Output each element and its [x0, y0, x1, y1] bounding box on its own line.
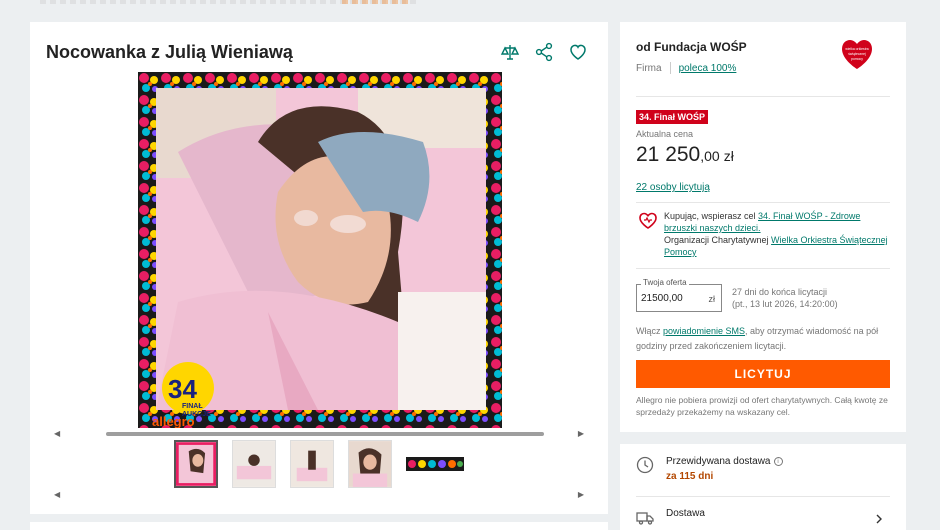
title-actions	[500, 42, 588, 62]
scroll-left-icon[interactable]: ◀	[54, 430, 60, 438]
deadline-date: (pt., 13 lut 2026, 14:20:00)	[732, 299, 838, 309]
bid-field-legend: Twoja oferta	[641, 278, 689, 287]
bidders-link[interactable]: 22 osoby licytują	[636, 182, 710, 193]
svg-text:świątecznej: świątecznej	[848, 52, 866, 56]
truck-icon	[636, 508, 654, 526]
meta-divider	[669, 62, 671, 74]
scroll-right-icon[interactable]: ▶	[578, 430, 584, 438]
campaign-badge: 34. Finał WOŚP	[636, 110, 709, 124]
image-badge-number: 34	[168, 374, 197, 404]
delivery-estimate-title: Przewidywana dostawa	[666, 456, 771, 467]
page-title: Nocowanka z Julią Wieniawą	[46, 42, 293, 62]
top-strip	[0, 0, 940, 6]
price-cents: ,00	[700, 148, 720, 164]
divider	[636, 96, 890, 97]
bid-currency: zł	[708, 294, 716, 304]
shipping-card: Przewidywana dostawa i za 115 dni Dostawa	[620, 444, 906, 530]
compare-icon[interactable]	[500, 42, 520, 62]
charity-info: Kupując, wspierasz cel 34. Finał WOŚP - …	[636, 210, 890, 258]
bid-amount-input[interactable]	[641, 293, 697, 304]
deadline-days: 27 dni do końca licytacji	[732, 287, 828, 297]
charity-heart-icon	[639, 212, 657, 229]
thumbnail-5[interactable]	[406, 457, 464, 471]
divider	[636, 268, 890, 269]
svg-text:pomocy: pomocy	[851, 57, 863, 61]
current-price: 21 250,00 zł	[636, 143, 734, 167]
delivery-label: Dostawa	[666, 508, 705, 519]
thumbnail-scrollbar[interactable]: ◀ ▶	[46, 490, 592, 499]
gallery-card: Nocowanka z Julią Wieniawą 34 FINAŁ AUKC…	[30, 22, 608, 514]
delivery-estimate: Przewidywana dostawa i za 115 dni	[636, 456, 783, 482]
next-section-card	[30, 522, 608, 530]
purchase-card: od Fundacja WOŚP Firma poleca 100% wielk…	[620, 22, 906, 432]
bid-field[interactable]: Twoja oferta zł	[636, 278, 722, 312]
svg-text:wielka orkiestra: wielka orkiestra	[845, 47, 868, 51]
heart-icon[interactable]	[568, 42, 588, 62]
charity-text-2: Organizacji Charytatywnej	[664, 235, 772, 245]
bid-button[interactable]: LICYTUJ	[636, 360, 890, 388]
image-scrollbar[interactable]: ◀ ▶	[46, 430, 592, 438]
scrollbar-thumb[interactable]	[106, 432, 544, 436]
divider	[636, 496, 890, 497]
delivery-row[interactable]: Dostawa	[636, 508, 705, 526]
sms-text-1: Włącz	[636, 326, 663, 336]
seller-type: Firma	[636, 62, 662, 74]
thumb-scroll-right-icon[interactable]: ▶	[578, 490, 584, 499]
info-icon[interactable]: i	[773, 456, 783, 466]
chevron-right-icon[interactable]	[874, 514, 884, 524]
clock-icon	[636, 456, 654, 474]
price-currency: zł	[723, 148, 734, 164]
thumbnail-strip	[174, 440, 464, 488]
thumbnail-2[interactable]	[232, 440, 276, 488]
seller-name[interactable]: od Fundacja WOŚP	[636, 40, 747, 54]
thumbnail-3[interactable]	[290, 440, 334, 488]
wosp-logo: wielka orkiestra świątecznej pomocy	[840, 38, 874, 70]
image-badge-line1: FINAŁ	[182, 403, 203, 410]
main-product-image[interactable]: 34 FINAŁ AUKCJE allegro	[138, 72, 502, 428]
share-icon[interactable]	[534, 42, 554, 62]
thumbnail-1[interactable]	[174, 440, 218, 488]
delivery-estimate-days: za 115 dni	[666, 471, 714, 482]
fee-note: Allegro nie pobiera prowizji od ofert ch…	[636, 395, 888, 417]
thumbnail-4[interactable]	[348, 440, 392, 488]
sms-notification-link[interactable]: powiadomienie SMS	[663, 326, 745, 336]
auction-deadline: 27 dni do końca licytacji (pt., 13 lut 2…	[732, 286, 838, 310]
thumb-scroll-left-icon[interactable]: ◀	[54, 490, 60, 499]
charity-text-1: Kupując, wspierasz cel	[664, 211, 759, 221]
seller-rating-link[interactable]: poleca 100%	[679, 63, 737, 74]
divider	[636, 202, 890, 203]
sms-notification-note: Włącz powiadomienie SMS, aby otrzymać wi…	[636, 324, 892, 354]
image-badge-brand: allegro	[152, 414, 195, 428]
seller-meta: Firma poleca 100%	[636, 62, 736, 74]
price-main: 21 250	[636, 143, 701, 166]
price-label: Aktualna cena	[636, 129, 694, 139]
